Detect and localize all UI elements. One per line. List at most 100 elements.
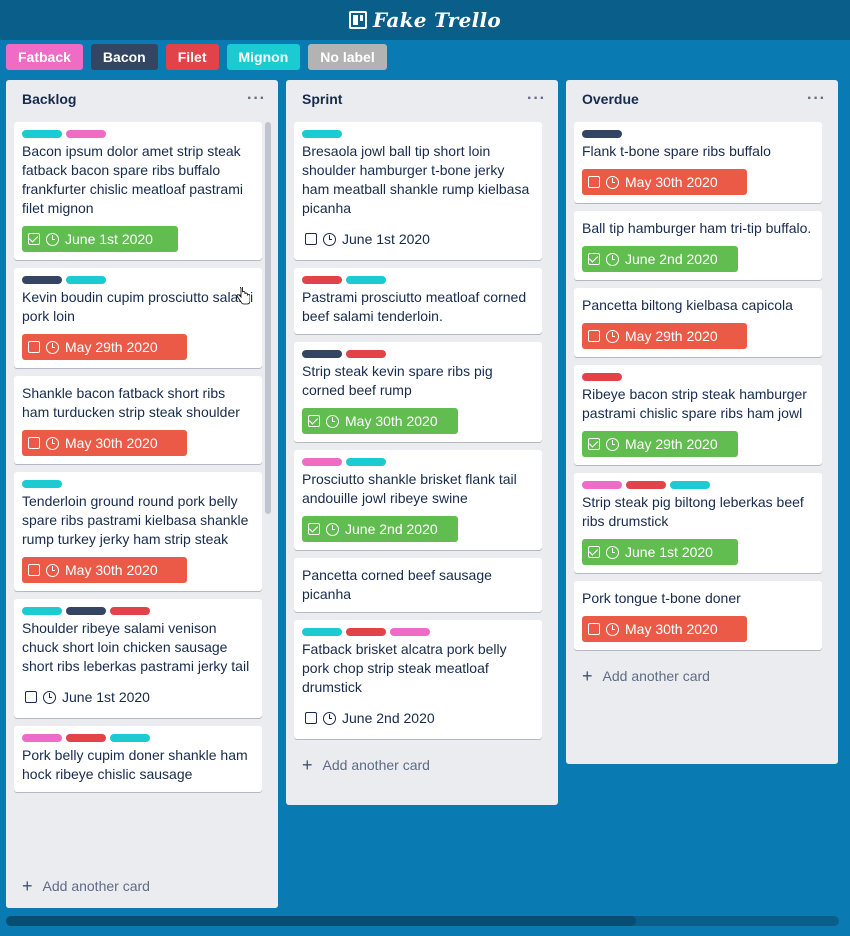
card-label-cyan[interactable] — [302, 130, 342, 138]
list-title: Backlog — [22, 91, 77, 107]
checkbox-icon[interactable] — [588, 330, 600, 342]
card[interactable]: Pastrami prosciutto meatloaf corned beef… — [294, 268, 542, 334]
checkbox-icon[interactable] — [588, 623, 600, 635]
card[interactable]: Tenderloin ground round pork belly spare… — [14, 472, 262, 591]
label-filter-no-label[interactable]: No label — [308, 44, 387, 70]
checkbox-checked-icon[interactable] — [28, 233, 40, 245]
due-date-badge[interactable]: May 30th 2020 — [302, 408, 458, 434]
card-label-cyan[interactable] — [346, 276, 386, 284]
checkbox-icon[interactable] — [28, 341, 40, 353]
card-label-navy[interactable] — [66, 607, 106, 615]
card-label-red[interactable] — [346, 350, 386, 358]
due-date-badge[interactable]: May 29th 2020 — [582, 323, 747, 349]
more-options-icon[interactable]: ··· — [807, 91, 826, 107]
card-label-pink[interactable] — [582, 481, 622, 489]
card-label-red[interactable] — [346, 628, 386, 636]
due-date-badge[interactable]: May 30th 2020 — [22, 557, 187, 583]
checkbox-checked-icon[interactable] — [308, 415, 320, 427]
card-label-navy[interactable] — [22, 276, 62, 284]
list-scrollbar[interactable] — [265, 122, 271, 514]
scrollbar-thumb[interactable] — [6, 916, 636, 926]
checkbox-icon[interactable] — [588, 176, 600, 188]
card-label-red[interactable] — [66, 734, 106, 742]
card-label-red[interactable] — [626, 481, 666, 489]
card-container: Flank t-bone spare ribs buffalo May 30th … — [566, 118, 838, 650]
due-date-badge[interactable]: May 30th 2020 — [582, 169, 747, 195]
card[interactable]: Pork belly cupim doner shankle ham hock … — [14, 726, 262, 792]
card-label-cyan[interactable] — [302, 628, 342, 636]
card[interactable]: Ball tip hamburger ham tri-tip buffalo. J… — [574, 211, 822, 280]
card-label-pink[interactable] — [66, 130, 106, 138]
card[interactable]: Shankle bacon fatback short ribs ham tur… — [14, 376, 262, 464]
due-date-badge[interactable]: June 2nd 2020 — [302, 705, 447, 731]
card-label-red[interactable] — [302, 276, 342, 284]
card-title: Prosciutto shankle brisket flank tail an… — [302, 471, 517, 506]
card-label-cyan[interactable] — [110, 734, 150, 742]
more-options-icon[interactable]: ··· — [247, 91, 266, 107]
checkbox-icon[interactable] — [305, 712, 317, 724]
due-date-badge[interactable]: June 1st 2020 — [582, 539, 738, 565]
card-labels — [582, 130, 814, 138]
card-label-pink[interactable] — [22, 734, 62, 742]
board-horizontal-scrollbar[interactable] — [6, 916, 839, 926]
add-card-button[interactable]: + Add another card — [566, 658, 838, 694]
checkbox-icon[interactable] — [28, 437, 40, 449]
due-date-badge[interactable]: May 30th 2020 — [22, 430, 187, 456]
due-date-badge[interactable]: May 30th 2020 — [582, 616, 747, 642]
due-date-badge[interactable]: May 29th 2020 — [22, 334, 187, 360]
card-label-red[interactable] — [582, 373, 622, 381]
label-filter-fatback[interactable]: Fatback — [6, 44, 83, 70]
card[interactable]: Strip steak kevin spare ribs pig corned … — [294, 342, 542, 442]
checkbox-checked-icon[interactable] — [588, 438, 600, 450]
due-date-badge[interactable]: June 1st 2020 — [22, 684, 162, 710]
checkbox-icon[interactable] — [305, 233, 317, 245]
app-logo[interactable]: Fake Trello — [348, 8, 501, 32]
card[interactable]: Fatback brisket alcatra pork belly pork … — [294, 620, 542, 739]
card-title: Tenderloin ground round pork belly spare… — [22, 493, 249, 547]
card[interactable]: Bacon ipsum dolor amet strip steak fatba… — [14, 122, 262, 260]
label-filter-bacon[interactable]: Bacon — [90, 44, 158, 70]
card-label-cyan[interactable] — [346, 458, 386, 466]
card-label-cyan[interactable] — [670, 481, 710, 489]
due-date-badge[interactable]: June 2nd 2020 — [582, 246, 738, 272]
add-card-label: Add another card — [602, 668, 710, 684]
list-title: Sprint — [302, 91, 343, 107]
card[interactable]: Prosciutto shankle brisket flank tail an… — [294, 450, 542, 550]
card-label-cyan[interactable] — [22, 130, 62, 138]
due-date-badge[interactable]: June 2nd 2020 — [302, 516, 458, 542]
card-label-red[interactable] — [110, 607, 150, 615]
card[interactable]: Pancetta corned beef sausage picanha — [294, 558, 542, 612]
card-label-pink[interactable] — [302, 458, 342, 466]
card-label-cyan[interactable] — [22, 607, 62, 615]
card-label-cyan[interactable] — [66, 276, 106, 284]
due-date-badge[interactable]: June 1st 2020 — [22, 226, 178, 252]
card-label-cyan[interactable] — [22, 480, 62, 488]
add-card-button[interactable]: + Add another card — [286, 747, 558, 783]
more-options-icon[interactable]: ··· — [527, 91, 546, 107]
card[interactable]: Ribeye bacon strip steak hamburger pastr… — [574, 365, 822, 465]
clock-icon — [46, 340, 59, 354]
card[interactable]: Strip steak pig biltong leberkas beef ri… — [574, 473, 822, 573]
clock-icon — [326, 414, 339, 428]
card-label-pink[interactable] — [390, 628, 430, 636]
clock-icon — [606, 329, 619, 343]
due-date-badge[interactable]: May 29th 2020 — [582, 431, 738, 457]
label-filter-mignon[interactable]: Mignon — [226, 44, 301, 70]
add-card-button[interactable]: + Add another card — [6, 864, 278, 908]
due-date-badge[interactable]: June 1st 2020 — [302, 226, 442, 252]
card[interactable]: Pork tongue t-bone doner May 30th 2020 — [574, 581, 822, 650]
card[interactable]: Bresaola jowl ball tip short loin should… — [294, 122, 542, 260]
checkbox-checked-icon[interactable] — [588, 253, 600, 265]
card-label-navy[interactable] — [582, 130, 622, 138]
label-filter-filet[interactable]: Filet — [165, 44, 219, 70]
checkbox-icon[interactable] — [25, 691, 37, 703]
card-title: Bacon ipsum dolor amet strip steak fatba… — [22, 143, 243, 216]
card[interactable]: Pancetta biltong kielbasa capicola May 29… — [574, 288, 822, 357]
card[interactable]: Kevin boudin cupim prosciutto salami por… — [14, 268, 262, 368]
card[interactable]: Flank t-bone spare ribs buffalo May 30th … — [574, 122, 822, 203]
checkbox-icon[interactable] — [28, 564, 40, 576]
card[interactable]: Shoulder ribeye salami venison chuck sho… — [14, 599, 262, 718]
checkbox-checked-icon[interactable] — [308, 523, 320, 535]
checkbox-checked-icon[interactable] — [588, 546, 600, 558]
card-label-navy[interactable] — [302, 350, 342, 358]
